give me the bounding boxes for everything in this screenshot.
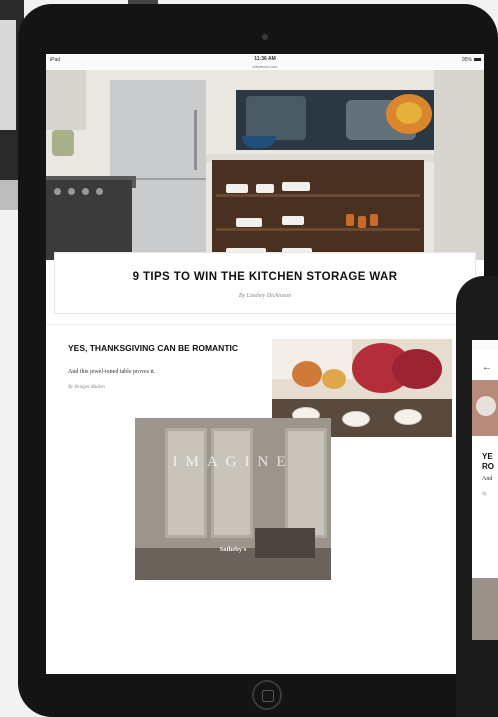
home-button[interactable] — [252, 680, 282, 710]
phone-article-summary: And — [482, 476, 493, 482]
advertisement[interactable]: IMAGINE Sotheby's — [135, 418, 331, 580]
battery-label: 95% — [461, 57, 472, 63]
front-camera — [262, 34, 268, 40]
ad-headline: IMAGINE — [172, 454, 294, 470]
article-title[interactable]: YES, THANKSGIVING CAN BE ROMANTIC — [68, 343, 248, 354]
phone-advertisement[interactable] — [472, 578, 498, 640]
hero-image[interactable] — [46, 70, 484, 260]
back-arrow-icon[interactable]: ← — [482, 362, 492, 373]
tablet-device: iPad 11:36 AM elledecor.com 95% 9 TIPS T… — [18, 4, 498, 717]
phone-device: ← YE RO And By — [456, 276, 498, 717]
headline-byline: By Lindsey Dickinson — [238, 293, 292, 299]
tablet-screen[interactable]: iPad 11:36 AM elledecor.com 95% 9 TIPS T… — [46, 54, 484, 674]
headline-title[interactable]: 9 TIPS TO WIN THE KITCHEN STORAGE WAR — [55, 271, 475, 283]
headline-card[interactable]: 9 TIPS TO WIN THE KITCHEN STORAGE WAR By… — [54, 252, 476, 314]
status-bar: iPad 11:36 AM elledecor.com 95% — [46, 54, 484, 70]
kettle-image — [52, 130, 74, 156]
laptop-screen — [0, 20, 16, 130]
phone-screen[interactable]: ← YE RO And By — [472, 340, 498, 640]
phone-article-byline: By — [482, 492, 488, 497]
phone-article-title[interactable]: YE RO — [482, 452, 498, 472]
phone-status-bar — [472, 340, 498, 350]
ad-brand-logo: Sotheby's — [219, 546, 247, 553]
article-byline: By Bridget Mullen — [68, 385, 105, 390]
battery-icon — [474, 58, 481, 61]
open-shelving — [212, 160, 424, 260]
article-summary: And this jewel-toned table proves it. — [68, 369, 156, 375]
